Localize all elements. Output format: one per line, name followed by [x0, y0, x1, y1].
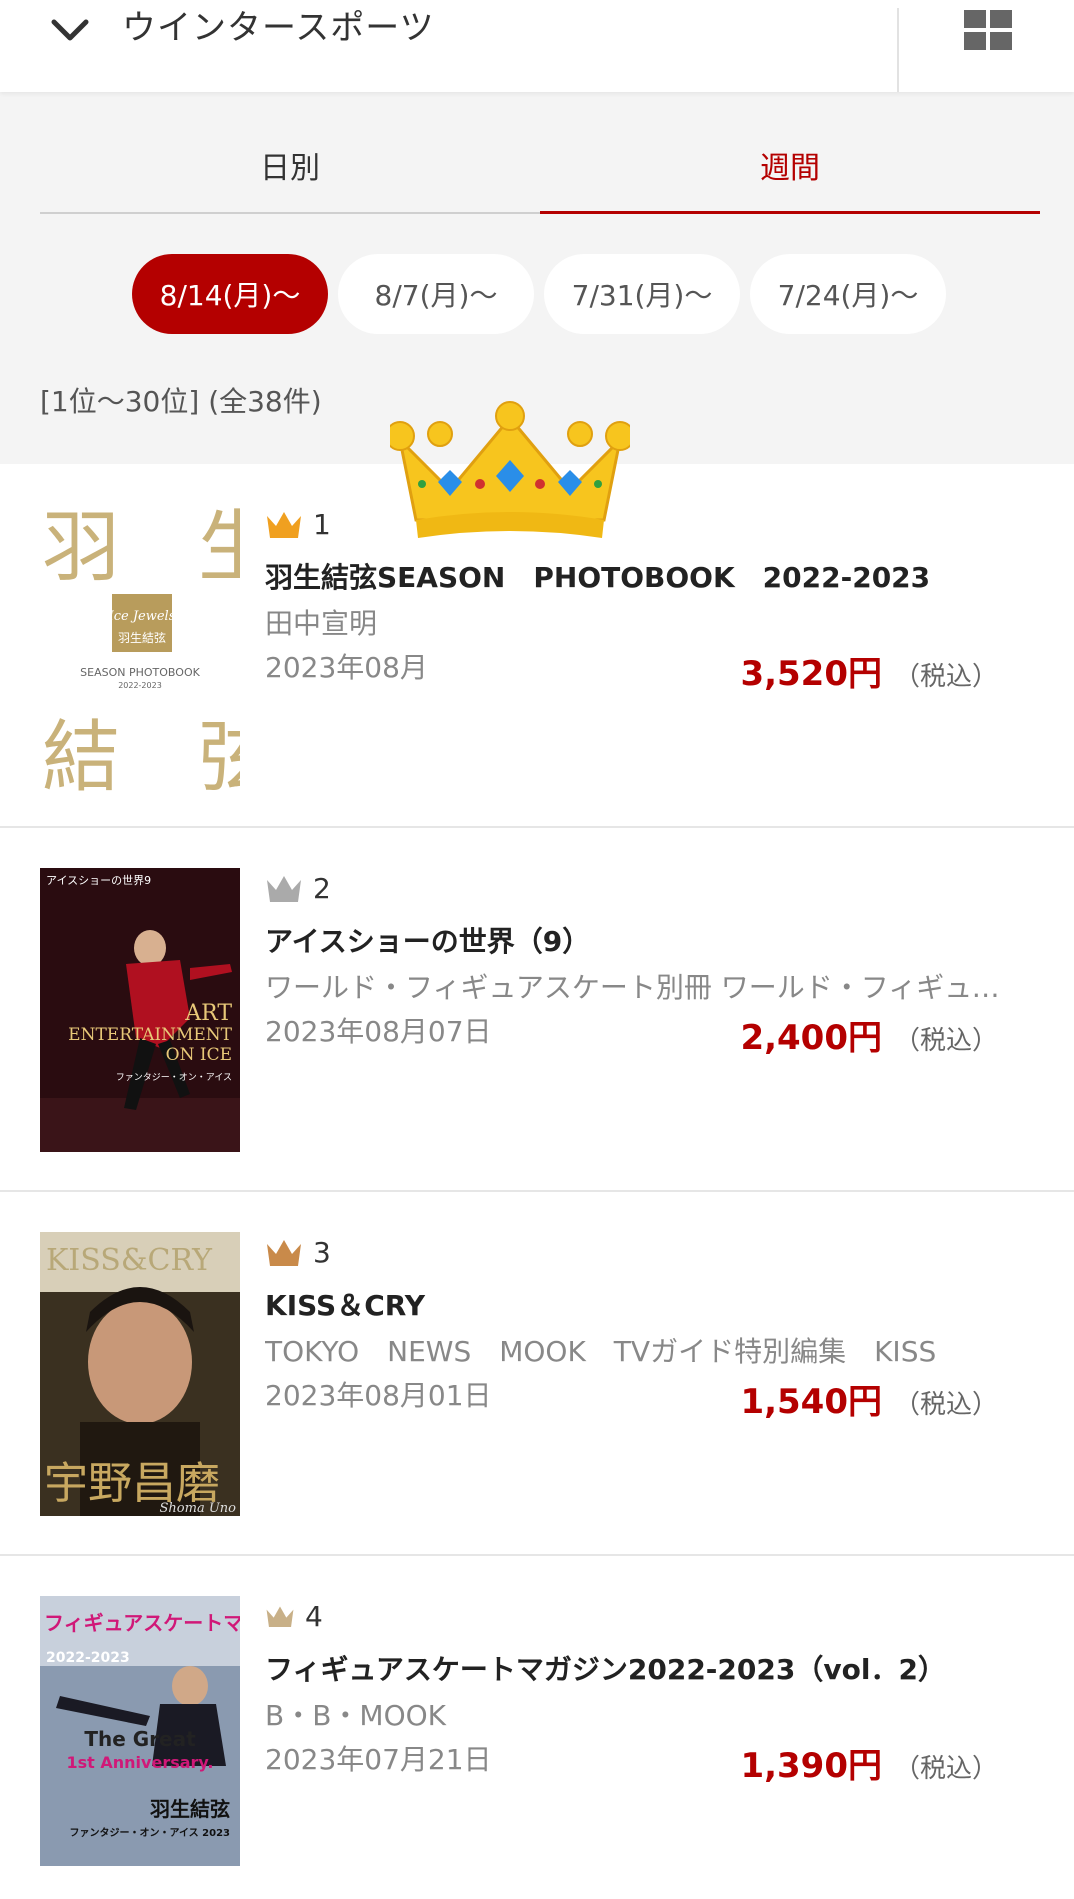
price: 1,390円 （税込） — [740, 1738, 998, 1787]
week-chip-0814[interactable]: 8/14(月)〜 — [132, 254, 328, 334]
price-amount: 1,540円 — [740, 1382, 882, 1422]
cover-line2: ENTERTAINMENT — [68, 1025, 233, 1045]
release-date: 2023年07月21日 — [265, 1743, 492, 1776]
cover-subtitle: SEASON PHOTOBOOK — [80, 666, 200, 679]
top-bar: ウインタースポーツ — [0, 0, 1074, 92]
price: 3,520円 （税込） — [740, 646, 998, 695]
cover-line3: ON ICE — [166, 1045, 232, 1065]
price: 2,400円 （税込） — [740, 1010, 998, 1059]
chevron-down-icon[interactable] — [48, 8, 92, 52]
header-divider — [897, 8, 899, 92]
book-cover[interactable]: アイスショーの世界9 ART ENTERTAINMENT ON ICE ファンタ… — [40, 868, 240, 1152]
cover-year: 2022-2023 — [46, 1650, 130, 1666]
price: 1,540円 （税込） — [740, 1374, 998, 1423]
cover-sub: ファンタジー・オン・アイス 2023 — [69, 1827, 230, 1839]
rank-label: 1 — [265, 504, 331, 544]
ranking-item-4[interactable]: フィギュアスケートマガジン 2022-2023 The Great 1st An… — [0, 1556, 1074, 1899]
ranking-list: 羽 生 Ice Jewels 羽生結弦 SEASON PHOTOBOOK 202… — [0, 464, 1074, 1899]
book-title[interactable]: KISS＆CRY — [265, 1284, 425, 1324]
book-title[interactable]: 羽生結弦SEASON PHOTOBOOK 2022-2023 — [265, 556, 930, 596]
ranking-item-2[interactable]: アイスショーの世界9 ART ENTERTAINMENT ON ICE ファンタ… — [0, 828, 1074, 1192]
cover-line1: The Great — [84, 1727, 196, 1751]
bronze-crown-icon — [267, 1240, 301, 1266]
result-range: [1位〜30位] (全38件) — [40, 385, 322, 418]
price-amount: 1,390円 — [740, 1746, 882, 1786]
book-cover[interactable]: KISS&CRY 宇野昌磨 Shoma Uno — [40, 1232, 240, 1516]
cover-years: 2022-2023 — [118, 681, 162, 690]
tax-label: （税込） — [893, 1390, 998, 1420]
cover-line1: ART — [184, 1001, 232, 1026]
tab-daily[interactable]: 日別 — [40, 118, 540, 214]
week-chip-0807[interactable]: 8/7(月)〜 — [338, 254, 534, 334]
book-author: 田中宣明 — [265, 607, 378, 640]
rank-number: 4 — [305, 1599, 323, 1633]
period-tabs: 日別 週間 — [40, 118, 1040, 214]
release-date: 2023年08月01日 — [265, 1379, 492, 1412]
cover-badge: Ice Jewels — [108, 609, 176, 624]
book-cover[interactable]: 羽 生 Ice Jewels 羽生結弦 SEASON PHOTOBOOK 202… — [40, 494, 240, 794]
cover-top: アイスショーの世界9 — [46, 874, 151, 887]
price-amount: 3,520円 — [740, 654, 882, 694]
release-date: 2023年08月07日 — [265, 1015, 492, 1048]
cover-sub: ファンタジー・オン・アイス — [116, 1072, 232, 1083]
tax-label: （税込） — [893, 1754, 998, 1784]
book-title[interactable]: アイスショーの世界（9） — [265, 920, 590, 960]
rank-number: 3 — [313, 1235, 331, 1269]
ranking-item-3[interactable]: KISS&CRY 宇野昌磨 Shoma Uno 3 KISS＆CRY TOKYO… — [0, 1192, 1074, 1556]
cover-sign: Shoma Uno — [160, 1501, 237, 1516]
book-author: ワールド・フィギュアスケート別冊 ワールド・フィギュアスケート別冊 — [265, 971, 1025, 1004]
cover-title-line2: 結 弦 — [42, 713, 240, 794]
rank-number: 2 — [313, 871, 331, 905]
release-date: 2023年08月 — [265, 651, 428, 684]
week-chip-0724[interactable]: 7/24(月)〜 — [750, 254, 946, 334]
book-author: B・B・MOOK — [265, 1699, 447, 1732]
cover-title-line1: 羽 生 — [42, 503, 240, 593]
book-author: TOKYO NEWS MOOK TVガイド特別編集 KISS — [265, 1335, 937, 1368]
silver-crown-icon — [267, 876, 301, 902]
week-chip-0731[interactable]: 7/31(月)〜 — [544, 254, 740, 334]
price-amount: 2,400円 — [740, 1018, 882, 1058]
cover-top: KISS&CRY — [46, 1243, 213, 1278]
tax-label: （税込） — [893, 662, 998, 692]
book-title[interactable]: フィギュアスケートマガジン2022-2023（vol．2） — [265, 1648, 946, 1688]
cover-top: フィギュアスケートマガジン — [44, 1611, 240, 1635]
cover-name: 羽生結弦 — [150, 1797, 230, 1821]
category-title: ウインタースポーツ — [122, 8, 435, 48]
tab-weekly[interactable]: 週間 — [540, 118, 1040, 214]
rank-label: 2 — [265, 868, 331, 908]
rank-label: 3 — [265, 1232, 331, 1272]
cover-line2: 1st Anniversary. — [67, 1753, 214, 1772]
grid-view-icon[interactable] — [962, 8, 1016, 54]
gold-crown-icon — [267, 512, 301, 538]
cover-name: 羽生結弦 — [118, 630, 166, 645]
crown-icon — [266, 1606, 294, 1628]
book-cover[interactable]: フィギュアスケートマガジン 2022-2023 The Great 1st An… — [40, 1596, 240, 1866]
crown-icon — [385, 400, 635, 546]
rank-label: 4 — [265, 1596, 323, 1636]
tax-label: （税込） — [893, 1026, 998, 1056]
rank-number: 1 — [313, 507, 331, 541]
week-selector: 8/14(月)〜 8/7(月)〜 7/31(月)〜 7/24(月)〜 — [0, 254, 1074, 334]
